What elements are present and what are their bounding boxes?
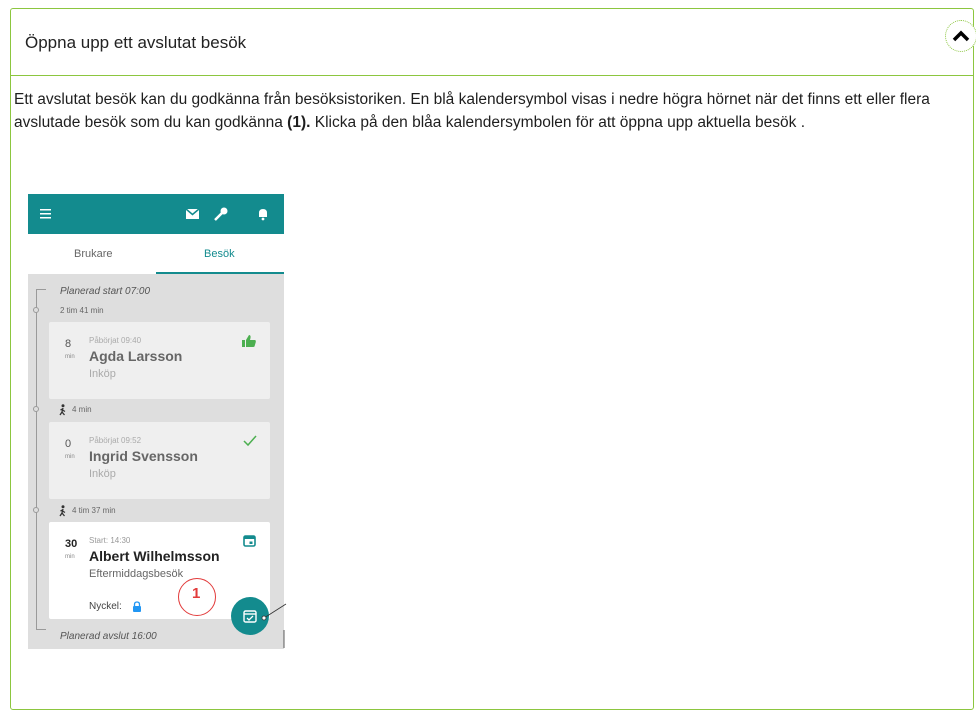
accordion-header[interactable]: Öppna upp ett avslutat besök — [11, 9, 973, 76]
walk-duration: 4 tim 37 min — [72, 506, 116, 515]
visit-minutes: 30 — [65, 538, 78, 550]
bell-icon — [253, 204, 273, 224]
timeline-dot — [33, 507, 39, 513]
visit-task: Inköp — [89, 468, 116, 480]
visit-card[interactable]: 8 min Påbörjat 09:40 Agda Larsson Inköp — [49, 322, 270, 399]
walk-duration: 4 min — [72, 405, 92, 414]
gap-duration: 2 tim 41 min — [60, 306, 104, 315]
app-topbar — [28, 194, 284, 234]
tab-bar: Brukare Besök — [28, 234, 284, 274]
chevron-up-icon[interactable] — [945, 20, 976, 52]
visit-minutes: 8 — [65, 338, 72, 350]
mail-icon — [183, 204, 203, 224]
reference-number: (1). — [287, 114, 311, 131]
instruction-text-2: Klicka på den blåa kalendersymbolen för … — [310, 114, 806, 131]
planned-end: Planerad avslut 16:00 — [60, 631, 157, 642]
tab-brukare[interactable]: Brukare — [74, 248, 113, 260]
calendar-icon — [243, 534, 256, 552]
timeline-line — [36, 289, 37, 629]
thumbs-up-icon — [241, 334, 257, 353]
accordion-title: Öppna upp ett avslutat besök — [25, 33, 247, 52]
tab-besok[interactable]: Besök — [204, 248, 235, 260]
menu-icon — [38, 204, 58, 224]
app-screenshot: Brukare Besök Planerad start 07:00 2 tim… — [28, 194, 284, 649]
visit-minutes-unit: min — [65, 354, 75, 360]
lock-icon — [132, 600, 142, 618]
visit-card[interactable]: 0 min Påbörjat 09:52 Ingrid Svensson Ink… — [49, 422, 270, 499]
visit-task: Inköp — [89, 368, 116, 380]
visit-started: Start: 14:30 — [89, 536, 131, 545]
visit-name: Agda Larsson — [89, 348, 183, 364]
visit-minutes-unit: min — [65, 454, 75, 460]
walking-icon — [58, 504, 68, 522]
visit-started: Påbörjat 09:40 — [89, 336, 142, 345]
visit-task: Eftermiddagsbesök — [89, 568, 184, 580]
key-icon — [211, 204, 231, 224]
timeline-dot — [33, 307, 39, 313]
visit-started: Påbörjat 09:52 — [89, 436, 142, 445]
timeline-dot — [33, 406, 39, 412]
walking-icon — [58, 403, 68, 421]
active-tab-indicator — [156, 272, 284, 274]
key-label: Nyckel: — [89, 601, 122, 612]
planned-start: Planerad start 07:00 — [60, 286, 151, 297]
callout-number: 1 — [192, 585, 201, 602]
accordion-body-text: Ett avslutat besök kan du godkänna från … — [14, 88, 949, 134]
visit-minutes-unit: min — [65, 554, 75, 560]
checkmark-icon — [243, 434, 257, 452]
visit-name: Ingrid Svensson — [89, 448, 198, 464]
visit-minutes: 0 — [65, 438, 72, 450]
visit-name: Albert Wilhelmsson — [89, 548, 220, 564]
calendar-check-icon — [243, 609, 257, 628]
timeline-end-cap — [36, 629, 46, 630]
timeline-start-cap — [36, 289, 46, 290]
callout-pointer — [261, 603, 287, 648]
